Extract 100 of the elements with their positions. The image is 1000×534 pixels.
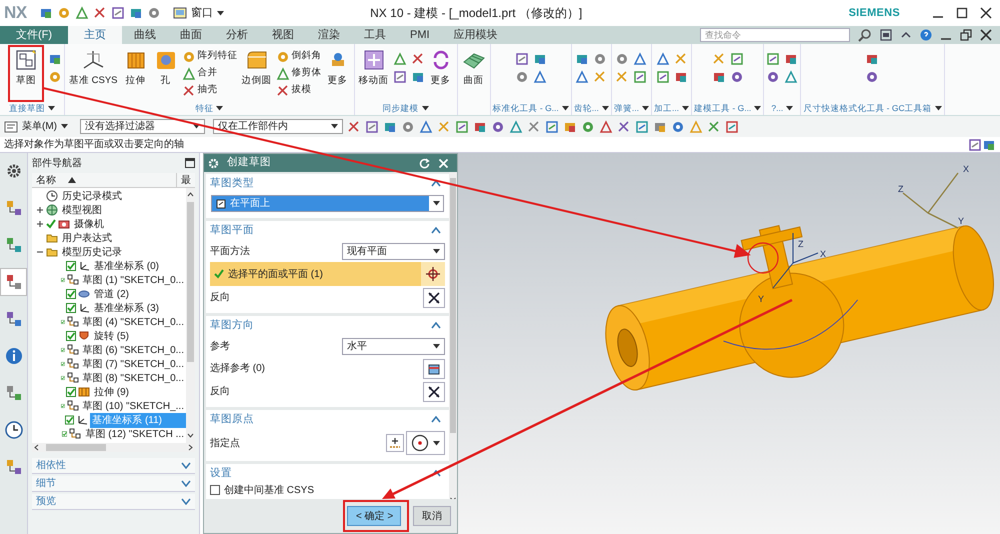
- group-menu-icon[interactable]: [602, 106, 609, 111]
- group-menu-icon[interactable]: [934, 106, 942, 111]
- toolbar-icon[interactable]: [593, 52, 608, 66]
- menu-button[interactable]: 菜单(M): [22, 119, 57, 134]
- caret-icon[interactable]: [331, 124, 338, 129]
- tree-item[interactable]: 草图 (7) "SKETCH_0...: [80, 356, 186, 372]
- flip-button[interactable]: [423, 288, 445, 308]
- toolbar-icon[interactable]: [182, 84, 196, 98]
- chevron-icon[interactable]: [431, 322, 441, 329]
- toolbar-icon[interactable]: [392, 70, 407, 84]
- toolbar-icon[interactable]: [92, 6, 107, 20]
- toolbar-icon[interactable]: [674, 70, 688, 84]
- checkbox[interactable]: [66, 289, 76, 299]
- ribbon-button[interactable]: 倒斜角: [276, 49, 322, 64]
- vertical-scrollbar[interactable]: [186, 188, 195, 443]
- toolbar-icon[interactable]: [365, 120, 379, 134]
- column-header[interactable]: 名称: [36, 172, 56, 188]
- toolbar-icon[interactable]: [38, 6, 53, 20]
- toolbar-icon[interactable]: [575, 70, 590, 84]
- toolbar-icon[interactable]: [419, 120, 433, 134]
- toolbar-icon[interactable]: [532, 70, 547, 84]
- ribbon-tab[interactable]: 工具: [352, 26, 398, 44]
- toolbar-icon[interactable]: [725, 120, 739, 134]
- tree-item[interactable]: 摄像机: [72, 216, 106, 232]
- group-menu-icon[interactable]: [682, 106, 690, 111]
- ribbon-button[interactable]: 阵列特征: [182, 49, 238, 64]
- point-dialog-button[interactable]: [386, 434, 404, 452]
- caret-icon[interactable]: [433, 248, 440, 254]
- sort-icon[interactable]: [68, 177, 76, 183]
- ribbon-button[interactable]: 拔模: [276, 83, 322, 98]
- ribbon-tab[interactable]: 曲线: [122, 26, 168, 44]
- tree-item[interactable]: 基准坐标系 (0): [92, 258, 161, 274]
- group-menu-icon[interactable]: [422, 106, 429, 111]
- toolbar-icon[interactable]: [491, 120, 505, 134]
- toolbar-icon[interactable]: [633, 52, 648, 66]
- group-menu-icon[interactable]: [642, 106, 649, 111]
- toolbar-icon[interactable]: [545, 120, 559, 134]
- cancel-button[interactable]: 取消: [413, 506, 451, 526]
- ribbon-button[interactable]: 拉伸: [122, 48, 150, 100]
- checkbox[interactable]: [60, 275, 65, 285]
- toolbar-icon[interactable]: [48, 52, 62, 66]
- window-icon[interactable]: [880, 29, 892, 41]
- dropdown[interactable]: 现有平面: [342, 242, 445, 260]
- ribbon-button[interactable]: 移动面: [356, 48, 391, 100]
- toolbar-icon[interactable]: [784, 52, 798, 66]
- tree-item[interactable]: 历史记录模式: [60, 188, 124, 204]
- toolbar-icon[interactable]: [730, 70, 744, 84]
- horizontal-scrollbar[interactable]: [32, 443, 195, 452]
- tree-item[interactable]: 草图 (6) "SKETCH_0...: [80, 342, 186, 358]
- group-menu-icon[interactable]: [48, 106, 55, 111]
- tree-item[interactable]: 模型历史记录: [60, 244, 124, 260]
- tree-item[interactable]: 草图 (10) "SKETCH_...: [80, 398, 186, 414]
- close-icon[interactable]: [980, 7, 992, 19]
- ribbon-tab[interactable]: 应用模块: [442, 26, 510, 44]
- filter-dropdown[interactable]: 没有选择过滤器: [80, 119, 205, 134]
- ribbon-button[interactable]: 更多: [426, 48, 455, 100]
- ribbon-tab[interactable]: 分析: [214, 26, 260, 44]
- restore-icon[interactable]: [960, 29, 972, 41]
- window-menu[interactable]: 窗口: [190, 4, 213, 22]
- toolbar-icon[interactable]: [182, 66, 196, 80]
- ribbon-button[interactable]: 修剪体: [276, 66, 322, 81]
- ok-button[interactable]: < 确定 >: [347, 506, 401, 526]
- toolbar-icon[interactable]: [766, 70, 780, 84]
- ribbon-tab[interactable]: 曲面: [168, 26, 214, 44]
- toolbar-icon[interactable]: [276, 66, 290, 80]
- settings-icon[interactable]: [208, 158, 219, 168]
- tree-item[interactable]: 草图 (1) "SKETCH_0...: [80, 272, 186, 288]
- panel-header[interactable]: 细节: [32, 476, 195, 492]
- toolbar-icon[interactable]: [401, 120, 415, 134]
- tree-item[interactable]: 基准坐标系 (3): [92, 300, 161, 316]
- ribbon-button[interactable]: 合并: [182, 66, 238, 81]
- chevron-icon[interactable]: [431, 180, 441, 187]
- ribbon-button[interactable]: 抽壳: [182, 83, 238, 98]
- toolbar-icon[interactable]: [347, 120, 361, 134]
- vertical-scrollbar[interactable]: [449, 172, 457, 502]
- checkbox[interactable]: [60, 317, 65, 327]
- flip-button[interactable]: [423, 382, 445, 402]
- group-menu-icon[interactable]: [562, 106, 569, 111]
- graphics-viewport[interactable]: Z Y X X Z Y: [458, 153, 1000, 534]
- toolbar-icon[interactable]: [276, 84, 290, 98]
- checkbox[interactable]: [66, 261, 76, 271]
- toolbar-icon[interactable]: [410, 52, 425, 66]
- menu-icon[interactable]: [4, 120, 18, 134]
- toolbar-icon[interactable]: [766, 52, 780, 66]
- tree-item[interactable]: 管道 (2): [92, 286, 131, 302]
- caret-icon[interactable]: [433, 344, 440, 348]
- toolbar-icon[interactable]: [146, 6, 161, 20]
- caret-icon[interactable]: [216, 10, 224, 16]
- toolbar-icon[interactable]: [968, 138, 982, 152]
- ribbon-button[interactable]: 基准 CSYS: [67, 48, 120, 100]
- group-menu-icon[interactable]: [216, 106, 224, 111]
- tree-item[interactable]: 模型视图: [60, 202, 104, 218]
- toolbar-icon[interactable]: [617, 120, 631, 134]
- toolbar-icon[interactable]: [865, 70, 880, 84]
- checkbox[interactable]: [210, 485, 220, 495]
- toolbar-icon[interactable]: [575, 52, 590, 66]
- file-menu[interactable]: 文件(F): [0, 26, 68, 44]
- tree-item[interactable]: 草图 (8) "SKETCH_0...: [80, 370, 186, 386]
- resource-tab[interactable]: [0, 268, 27, 296]
- reference-button[interactable]: [423, 358, 445, 378]
